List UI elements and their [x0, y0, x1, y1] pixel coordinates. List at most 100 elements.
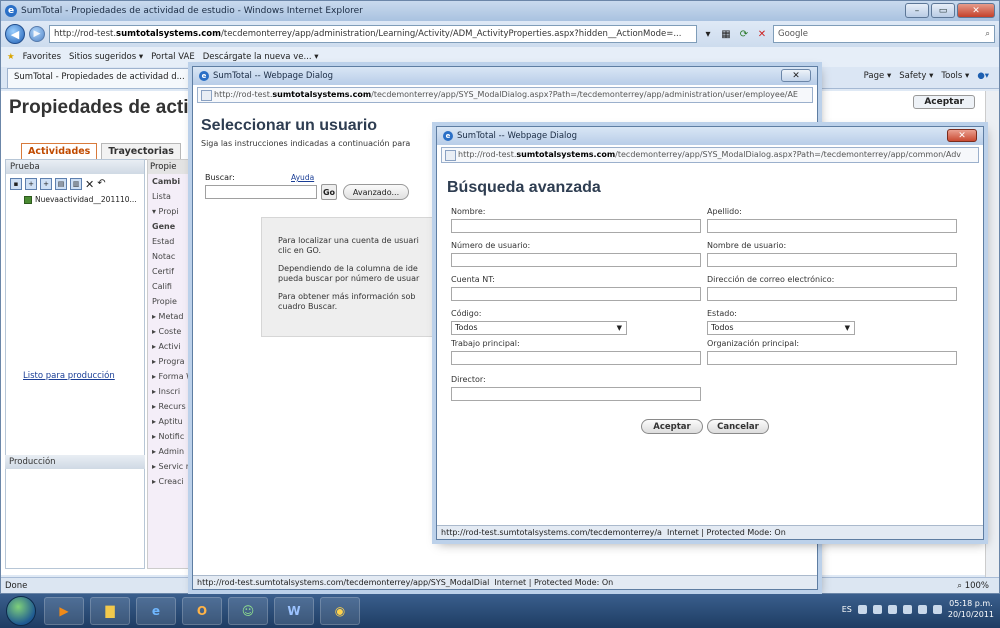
- safety-menu[interactable]: Safety ▾: [899, 71, 933, 81]
- undo-icon[interactable]: ↶: [97, 178, 105, 191]
- nav-item[interactable]: Califi: [148, 279, 190, 294]
- tab-actividades[interactable]: Actividades: [21, 143, 98, 160]
- tray-icon[interactable]: [857, 604, 867, 614]
- favorites-button[interactable]: Favorites: [23, 52, 61, 62]
- search-input[interactable]: Google ⌕: [773, 25, 995, 43]
- folder-icon[interactable]: ▪: [10, 178, 22, 190]
- go-button[interactable]: Go: [321, 184, 337, 200]
- chevron-down-icon: ▼: [616, 324, 622, 332]
- browser-tab[interactable]: SumTotal - Propiedades de actividad d...: [7, 67, 191, 88]
- dialog-heading: Seleccionar un usuario: [201, 117, 378, 134]
- internet-explorer-icon[interactable]: e: [136, 597, 176, 625]
- add-child-icon[interactable]: +: [40, 178, 52, 190]
- copy-icon[interactable]: ▤: [55, 178, 67, 190]
- ready-for-production-link[interactable]: Listo para producción: [23, 371, 115, 381]
- nav-item[interactable]: Cambi: [148, 174, 190, 189]
- nav-item[interactable]: Estad: [148, 234, 190, 249]
- compatibility-icon[interactable]: ▦: [719, 27, 733, 41]
- maximize-button[interactable]: ▭: [931, 3, 955, 18]
- word-icon[interactable]: W: [274, 597, 314, 625]
- trabajo-input[interactable]: [451, 351, 701, 365]
- media-player-icon[interactable]: ▶: [44, 597, 84, 625]
- page-accept-button[interactable]: Aceptar: [913, 95, 975, 109]
- clock[interactable]: 05:18 p.m. 20/10/2011: [948, 598, 994, 620]
- help-link[interactable]: Ayuda: [291, 173, 314, 182]
- nav-item[interactable]: ▸ Notific: [148, 429, 190, 444]
- apellido-input[interactable]: [707, 219, 957, 233]
- nav-item[interactable]: ▸ Aptitu: [148, 414, 190, 429]
- tray-icon[interactable]: [887, 604, 897, 614]
- page-menu[interactable]: Page ▾: [864, 71, 892, 81]
- fav-item-download[interactable]: Descárgate la nueva ve... ▾: [203, 52, 319, 62]
- director-input[interactable]: [451, 387, 701, 401]
- dialog-subtitle: Siga las instrucciones indicadas a conti…: [201, 139, 411, 148]
- dialog-url: http://rod-test.sumtotalsystems.com/tecd…: [441, 147, 979, 163]
- zoom-level[interactable]: ⌕ 100%: [957, 578, 989, 594]
- nav-item[interactable]: ▸ Servic remoto: [148, 459, 190, 474]
- nav-item[interactable]: ▸ Recurs: [148, 399, 190, 414]
- search-input[interactable]: [205, 185, 317, 199]
- explorer-folder-icon[interactable]: ▇: [90, 597, 130, 625]
- back-button[interactable]: ◀: [5, 24, 25, 44]
- numero-usuario-input[interactable]: [451, 253, 701, 267]
- nav-item[interactable]: Certif: [148, 264, 190, 279]
- chrome-icon[interactable]: ◉: [320, 597, 360, 625]
- tray-icon[interactable]: [872, 604, 882, 614]
- nav-item[interactable]: Lista: [148, 189, 190, 204]
- numero-usuario-label: Número de usuario:: [451, 241, 531, 250]
- nav-item[interactable]: ▸ Forma Web: [148, 369, 190, 384]
- close-button[interactable]: ✕: [957, 3, 995, 18]
- nombre-usuario-input[interactable]: [707, 253, 957, 267]
- nav-item[interactable]: ▸ Progra: [148, 354, 190, 369]
- nav-item[interactable]: Gene: [148, 219, 190, 234]
- stop-icon[interactable]: ✕: [755, 27, 769, 41]
- tray-icon[interactable]: [902, 604, 912, 614]
- fav-item-portal[interactable]: Portal VAE: [151, 52, 195, 62]
- nav-item[interactable]: ▸ Metad: [148, 309, 190, 324]
- nav-item[interactable]: Notac: [148, 249, 190, 264]
- network-icon[interactable]: [917, 604, 927, 614]
- nombre-input[interactable]: [451, 219, 701, 233]
- start-button[interactable]: [6, 596, 36, 626]
- tools-menu[interactable]: Tools ▾: [941, 71, 969, 81]
- messenger-icon[interactable]: ☺: [228, 597, 268, 625]
- estado-select[interactable]: Todos ▼: [707, 321, 855, 335]
- delete-icon[interactable]: ✕: [85, 178, 94, 191]
- tab-trayectorias[interactable]: Trayectorias: [101, 143, 181, 160]
- nav-item[interactable]: ▸ Coste: [148, 324, 190, 339]
- advanced-button[interactable]: Avanzado...: [343, 184, 409, 200]
- organizacion-input[interactable]: [707, 351, 957, 365]
- refresh-icon[interactable]: ⟳: [737, 27, 751, 41]
- forward-button[interactable]: ▶: [29, 26, 45, 42]
- nav-item[interactable]: ▸ Admin: [148, 444, 190, 459]
- fav-item-suggested[interactable]: Sitios sugeridos ▾: [69, 52, 143, 62]
- volume-icon[interactable]: [932, 604, 942, 614]
- move-icon[interactable]: ▥: [70, 178, 82, 190]
- estado-label: Estado:: [707, 309, 737, 318]
- minimize-button[interactable]: –: [905, 3, 929, 18]
- cuenta-nt-input[interactable]: [451, 287, 701, 301]
- url-field[interactable]: http://rod-test. sumtotalsystems.com/tecd…: [49, 25, 697, 43]
- correo-input[interactable]: [707, 287, 957, 301]
- ie-logo-icon: e: [199, 71, 209, 81]
- dialog-close-button[interactable]: ✕: [947, 129, 977, 142]
- dropdown-arrow-icon[interactable]: ▾: [701, 27, 715, 41]
- help-icon[interactable]: ●▾: [977, 71, 989, 81]
- codigo-select[interactable]: Todos ▼: [451, 321, 627, 335]
- nav-item[interactable]: ▸ Creaci: [148, 474, 190, 489]
- outlook-icon[interactable]: O: [182, 597, 222, 625]
- tree-item[interactable]: Nuevaactividad__201110...: [6, 195, 144, 204]
- accept-button[interactable]: Aceptar: [641, 419, 703, 434]
- language-indicator[interactable]: ES: [842, 605, 852, 614]
- nav-item[interactable]: ▸ Inscri: [148, 384, 190, 399]
- dialog-close-button[interactable]: ✕: [781, 69, 811, 82]
- add-icon[interactable]: +: [25, 178, 37, 190]
- nav-item[interactable]: ▾ Propi: [148, 204, 190, 219]
- search-icon[interactable]: ⌕: [985, 29, 990, 39]
- cancel-button[interactable]: Cancelar: [707, 419, 769, 434]
- favorites-star-icon[interactable]: ★: [7, 52, 15, 62]
- nav-item[interactable]: Propie: [148, 294, 190, 309]
- status-text: Done: [5, 581, 28, 591]
- page-scrollbar[interactable]: [985, 91, 999, 577]
- nav-item[interactable]: ▸ Activi: [148, 339, 190, 354]
